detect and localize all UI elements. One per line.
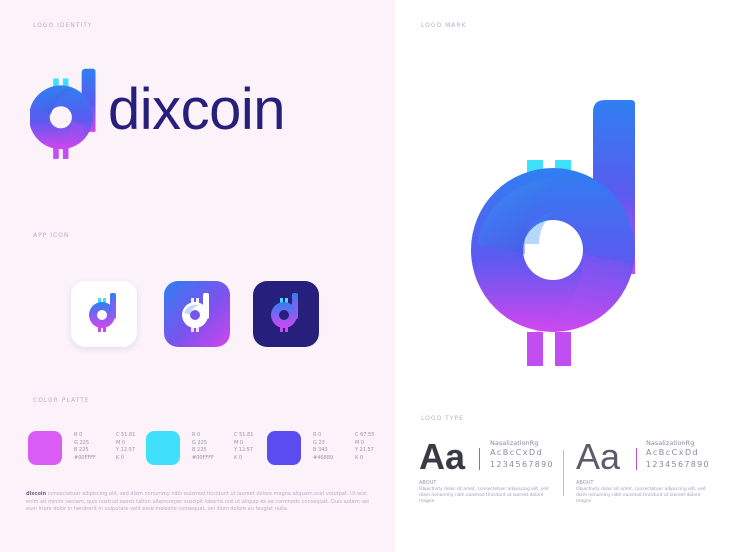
color-value: Y 12.57 <box>116 447 135 454</box>
section-label-color-palette: COLOR PLATTE <box>33 397 90 404</box>
color-value: G 23 <box>313 439 325 446</box>
mark-panel: LOGO MARK LOGO TYPE Aa NasalizationRg Ac… <box>395 0 736 552</box>
color-value: M 0 <box>116 439 126 446</box>
color-value: Y 12.57 <box>234 447 253 454</box>
color-swatch-violet <box>267 431 301 465</box>
type-numbers: 1234567890 <box>646 460 710 469</box>
app-icon-gradient <box>164 281 230 347</box>
brand-wordmark: dixcoin <box>108 77 286 142</box>
color-value: #46889 <box>313 454 334 461</box>
type-numbers: 1234567890 <box>490 460 554 469</box>
color-swatch-magenta <box>28 431 62 465</box>
type-letters: AcBcCxDd <box>646 448 700 457</box>
type-about-text: Objectivity dolor sit amet, consectetuer… <box>576 487 706 504</box>
color-value: C 67.55 <box>355 432 375 438</box>
dixcoin-d-bitcoin-logo-icon <box>30 68 96 159</box>
type-sample-bold: Aa <box>419 436 466 477</box>
color-values-cyan: R 0 C 51.81 G 225 M 0 B 225 Y 12.57 #00FFFF… <box>192 432 253 462</box>
type-divider <box>636 448 637 470</box>
color-value: C 51.81 <box>116 432 136 438</box>
color-values-magenta: R 0 C 51.81 G 225 M 0 B 225 Y 12.57 #00FFFF… <box>74 432 135 462</box>
identity-panel: LOGO IDENTITY dixcoin APP ICON COLOR PLA… <box>0 0 395 552</box>
color-value: G 225 <box>192 439 208 446</box>
color-value: M 0 <box>355 439 365 446</box>
color-value: R 0 <box>313 432 322 438</box>
section-label-logo-type: LOGO TYPE <box>421 415 464 422</box>
type-about-heading: ABOUT <box>419 480 437 486</box>
color-value: B 343 <box>313 447 328 454</box>
brand-board: LOGO IDENTITY dixcoin APP ICON COLOR PLA… <box>0 0 736 552</box>
type-font-name: NasalizationRg <box>646 439 695 447</box>
logo-lockup: dixcoin <box>30 66 380 170</box>
type-font-name: NasalizationRg <box>490 439 539 447</box>
brand-description: dixcoin consectetuer adipiscing elit, se… <box>26 491 370 514</box>
color-value: B 225 <box>192 447 207 454</box>
large-logo-mark-icon <box>470 100 636 366</box>
color-value: B 225 <box>74 447 89 454</box>
color-value: K 0 <box>116 454 125 461</box>
color-value: R 0 <box>192 432 201 438</box>
color-value: #00FFFF <box>192 454 215 461</box>
color-value: C 51.81 <box>234 432 254 438</box>
color-value: K 0 <box>355 454 364 461</box>
type-about-text: Objectivity dolor sit amet, consectetuer… <box>419 487 549 504</box>
app-icon-dark <box>253 281 319 347</box>
type-sample-light: Aa <box>576 436 621 477</box>
section-label-logo-identity: LOGO IDENTITY <box>33 22 93 29</box>
app-icon-white <box>71 281 137 347</box>
type-divider <box>479 448 480 470</box>
type-column-divider <box>563 450 564 496</box>
section-label-app-icon: APP ICON <box>33 232 70 239</box>
color-value: K 0 <box>234 454 243 461</box>
section-label-logo-mark: LOGO MARK <box>421 22 467 29</box>
color-value: M 0 <box>234 439 244 446</box>
brand-description-text: consectetuer adipiscing elit, sed diam n… <box>26 491 369 512</box>
color-value: G 225 <box>74 439 90 446</box>
color-swatch-cyan <box>146 431 180 465</box>
color-values-violet: R 0 C 67.55 G 23 M 0 B 343 Y 21.57 #46889 K … <box>313 432 374 462</box>
color-value: Y 21.57 <box>355 447 374 454</box>
color-value: R 0 <box>74 432 83 438</box>
color-value: #00FFFF <box>74 454 97 461</box>
brand-description-lead: dixcoin <box>26 491 47 497</box>
type-letters: AcBcCxDd <box>490 448 544 457</box>
type-about-heading: ABOUT <box>576 480 594 486</box>
